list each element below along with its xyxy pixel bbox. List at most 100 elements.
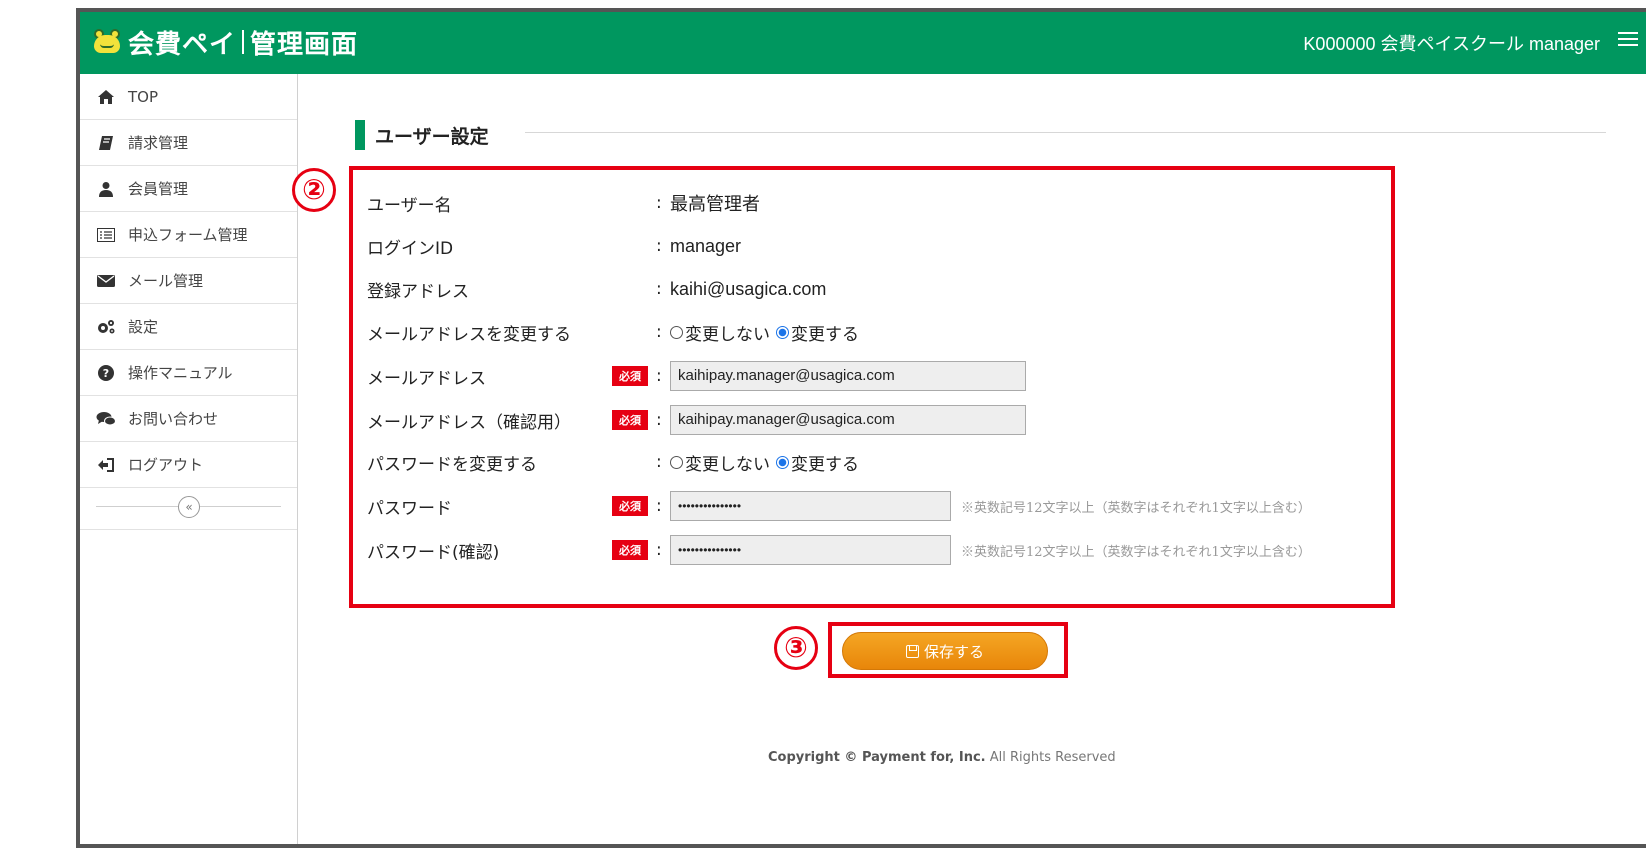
- page-title: ユーザー設定: [355, 120, 489, 150]
- list-icon: [96, 226, 116, 244]
- sidebar-item-label: 操作マニュアル: [128, 364, 233, 382]
- username-value: 最高管理者: [670, 194, 760, 214]
- colon: :: [656, 366, 662, 386]
- username-label: ユーザー名: [367, 195, 452, 216]
- sidebar-item-label: 会員管理: [128, 180, 189, 198]
- hamburger-menu-icon[interactable]: [1618, 28, 1638, 50]
- colon: :: [656, 279, 662, 299]
- sidebar-item-label: TOP: [128, 87, 159, 106]
- book-icon: [96, 134, 116, 152]
- row-mail-confirm: メールアドレス（確認用） 必須 : kaihipay.manager@usagi…: [367, 405, 1026, 435]
- save-button[interactable]: 保存する: [842, 632, 1048, 670]
- change-mail-yes-label[interactable]: 変更する: [791, 320, 859, 345]
- password-confirm-hint: ※英数記号12文字以上（英数字はそれぞれ1文字以上含む）: [961, 544, 1311, 560]
- sidebar-item-manual[interactable]: ? 操作マニュアル: [80, 350, 297, 396]
- app-window: 会費ペイ 管理画面 K000000 会費ペイスクール manager TOP 請…: [76, 8, 1646, 848]
- row-change-mail: メールアドレスを変更する : 変更しない 変更する: [367, 317, 859, 347]
- password-confirm-input[interactable]: •••••••••••••••: [670, 535, 951, 565]
- sidebar-item-contact[interactable]: お問い合わせ: [80, 396, 297, 442]
- collapse-sidebar-button[interactable]: «: [178, 496, 200, 518]
- sidebar-item-top[interactable]: TOP: [80, 74, 297, 120]
- mail-confirm-label: メールアドレス（確認用）: [367, 412, 571, 433]
- footer-copyright: Copyright © Payment for, Inc. All Rights…: [768, 750, 1116, 765]
- save-highlight-box: 保存する: [828, 622, 1068, 678]
- password-confirm-label: パスワード(確認): [367, 542, 500, 563]
- login-id-value: manager: [670, 235, 742, 256]
- sidebar: TOP 請求管理 会員管理 申込フォーム管理 メール管理 設定 ? 操作マニュア…: [80, 74, 298, 844]
- colon: :: [656, 236, 662, 256]
- logo-separator: [242, 30, 245, 54]
- sidebar-item-label: メール管理: [128, 272, 204, 290]
- row-change-password: パスワードを変更する : 変更しない 変更する: [367, 447, 859, 477]
- registered-address-value: kaihi@usagica.com: [670, 278, 827, 299]
- sidebar-collapse-row: «: [80, 488, 297, 530]
- colon: :: [656, 496, 662, 516]
- required-badge: 必須: [612, 410, 648, 430]
- change-mail-no-label[interactable]: 変更しない: [685, 320, 770, 345]
- sidebar-item-label: お問い合わせ: [128, 410, 219, 428]
- rights-text: All Rights Reserved: [985, 750, 1116, 765]
- colon: :: [656, 540, 662, 560]
- colon: :: [656, 410, 662, 430]
- row-registered-address: 登録アドレス : kaihi@usagica.com: [367, 274, 826, 304]
- row-username: ユーザー名 : 最高管理者: [367, 188, 760, 218]
- floppy-disk-icon: [905, 644, 919, 658]
- required-badge: 必須: [612, 540, 648, 560]
- logout-icon: [96, 456, 116, 474]
- app-logo[interactable]: 会費ペイ 管理画面: [92, 24, 358, 60]
- change-password-yes-radio[interactable]: [776, 455, 789, 469]
- change-password-no-label[interactable]: 変更しない: [685, 450, 770, 475]
- change-mail-no-radio[interactable]: [670, 325, 683, 339]
- svg-text:?: ?: [103, 367, 109, 380]
- colon: :: [656, 452, 662, 472]
- page-title-text: ユーザー設定: [375, 125, 489, 148]
- user-settings-form: ユーザー名 : 最高管理者 ログインID : manager 登録アドレス : …: [349, 166, 1395, 608]
- company-name: Payment for, Inc.: [861, 750, 986, 765]
- save-button-label: 保存する: [923, 642, 984, 661]
- envelope-icon: [96, 272, 116, 290]
- row-mail: メールアドレス 必須 : kaihipay.manager@usagica.co…: [367, 361, 1026, 391]
- colon: :: [656, 193, 662, 213]
- mail-label: メールアドレス: [367, 368, 486, 389]
- question-icon: ?: [96, 364, 116, 382]
- chat-icon: [96, 410, 116, 428]
- change-password-no-radio[interactable]: [670, 455, 683, 469]
- home-icon: [96, 88, 116, 106]
- row-password: パスワード 必須 : ••••••••••••••• ※英数記号12文字以上（英…: [367, 491, 1311, 521]
- change-mail-yes-radio[interactable]: [776, 325, 789, 339]
- login-id-label: ログインID: [367, 238, 454, 259]
- change-password-yes-label[interactable]: 変更する: [791, 450, 859, 475]
- frog-logo-icon: [92, 27, 122, 57]
- sidebar-item-label: ログアウト: [128, 456, 204, 474]
- user-icon: [96, 180, 116, 198]
- change-mail-label: メールアドレスを変更する: [367, 324, 571, 345]
- logo-sub-text: 管理画面: [250, 29, 359, 60]
- gears-icon: [96, 318, 116, 336]
- header-user-name: K000000 会費ペイスクール manager: [1303, 34, 1600, 54]
- password-label: パスワード: [367, 498, 452, 519]
- required-badge: 必須: [612, 496, 648, 516]
- sidebar-item-logout[interactable]: ログアウト: [80, 442, 297, 488]
- sidebar-item-label: 申込フォーム管理: [128, 226, 248, 244]
- mail-confirm-input[interactable]: kaihipay.manager@usagica.com: [670, 405, 1026, 435]
- copyright-prefix: Copyright ©: [768, 750, 862, 765]
- sidebar-item-billing[interactable]: 請求管理: [80, 120, 297, 166]
- registered-address-label: 登録アドレス: [367, 281, 469, 302]
- title-accent-bar: [355, 120, 365, 150]
- sidebar-item-forms[interactable]: 申込フォーム管理: [80, 212, 297, 258]
- password-hint: ※英数記号12文字以上（英数字はそれぞれ1文字以上含む）: [961, 500, 1311, 516]
- mail-input[interactable]: kaihipay.manager@usagica.com: [670, 361, 1026, 391]
- row-login-id: ログインID : manager: [367, 231, 741, 261]
- sidebar-item-label: 設定: [128, 318, 159, 336]
- change-password-label: パスワードを変更する: [367, 454, 537, 475]
- sidebar-item-mail[interactable]: メール管理: [80, 258, 297, 304]
- annotation-badge-2: ②: [292, 168, 336, 212]
- required-badge: 必須: [612, 366, 648, 386]
- sidebar-item-settings[interactable]: 設定: [80, 304, 297, 350]
- password-input[interactable]: •••••••••••••••: [670, 491, 951, 521]
- logo-main-text: 会費ペイ: [128, 29, 237, 60]
- title-divider: [525, 132, 1606, 133]
- sidebar-item-members[interactable]: 会員管理: [80, 166, 297, 212]
- row-password-confirm: パスワード(確認) 必須 : ••••••••••••••• ※英数記号12文字…: [367, 535, 1311, 565]
- top-header: 会費ペイ 管理画面 K000000 会費ペイスクール manager: [80, 12, 1646, 74]
